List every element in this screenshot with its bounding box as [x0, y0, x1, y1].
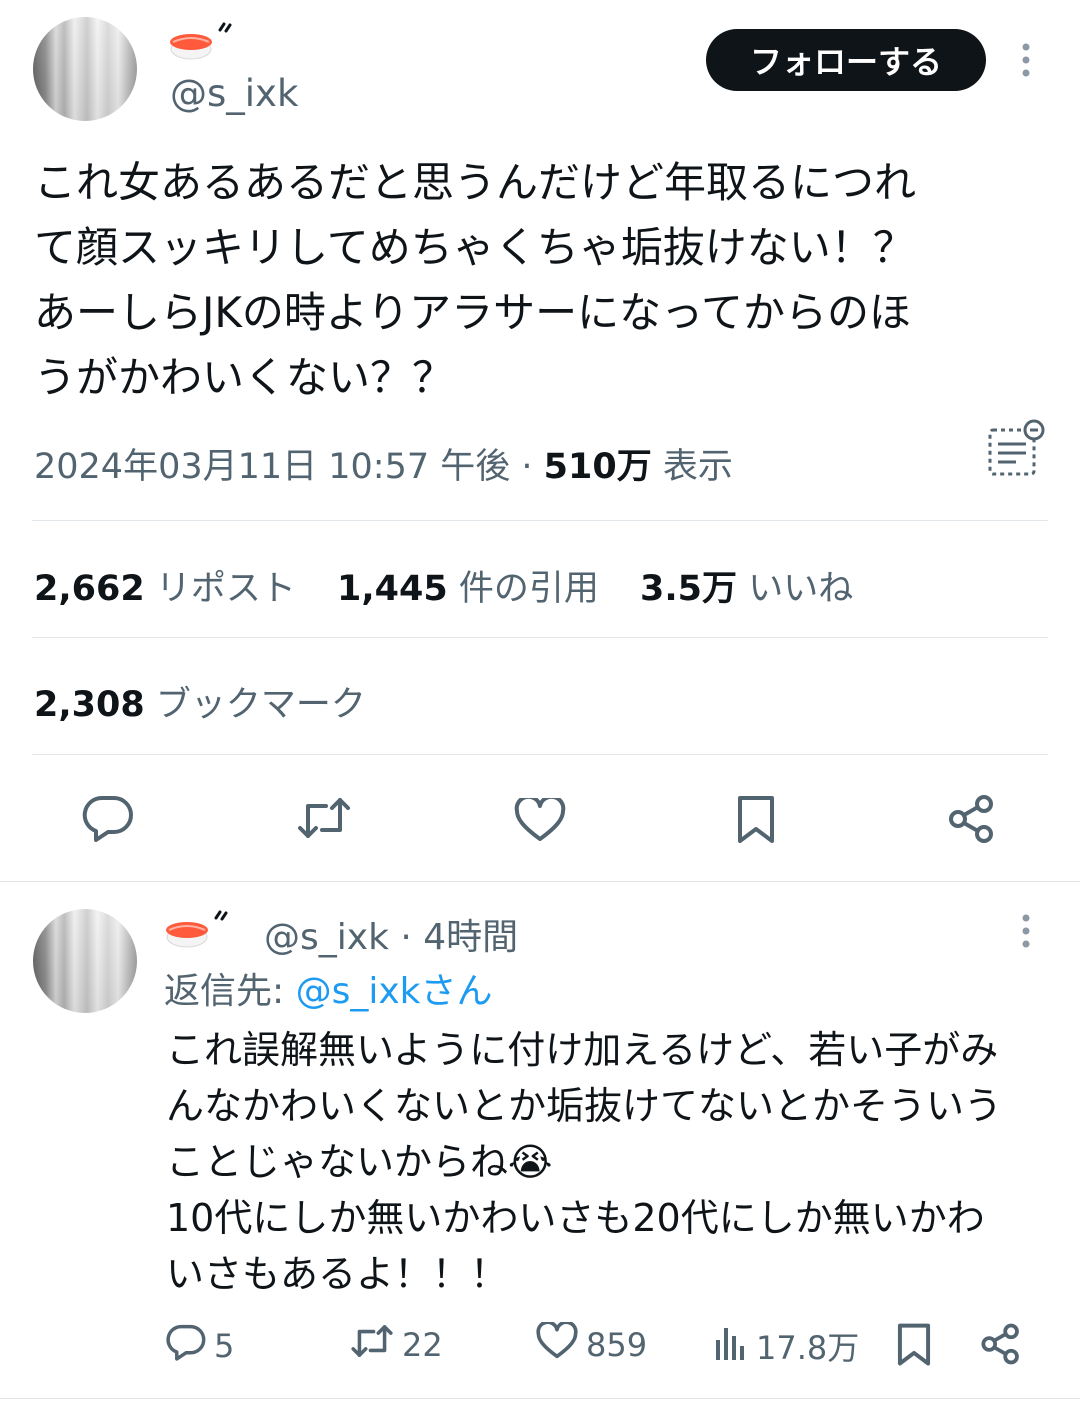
tweet-text-line: これ女あるあるだと思うんだけど年取るにつれ	[34, 158, 917, 207]
views-count: 510万	[543, 447, 652, 487]
sushi-emoji-icon	[168, 20, 240, 68]
reposts-count: 2,662	[34, 569, 145, 609]
share-icon[interactable]	[980, 1323, 1022, 1365]
like-action[interactable]: 859	[536, 1320, 648, 1368]
likes-stat[interactable]: 3.5万 いいね	[640, 569, 853, 609]
reply-avatar[interactable]	[33, 909, 137, 1013]
bookmark-icon[interactable]	[896, 1323, 932, 1367]
tweet-text-line: あーしらJKの時よりアラサーになってからのほ	[34, 288, 911, 337]
views-icon	[714, 1322, 748, 1370]
reply-text-line: ことじゃないからね😭	[166, 1140, 553, 1184]
reply-to-prefix: 返信先:	[164, 971, 296, 1012]
divider	[0, 1398, 1080, 1399]
repost-count: 22	[402, 1326, 443, 1364]
tweet-text-line: て顔スッキリしてめちゃくちゃ垢抜けない！？	[34, 223, 915, 272]
quotes-label: 件の引用	[458, 569, 599, 609]
bookmarks-label: ブックマーク	[155, 685, 366, 725]
quotes-count: 1,445	[337, 569, 448, 609]
follow-button[interactable]: フォローする	[706, 29, 986, 91]
bookmarks-stat[interactable]: 2,308 ブックマーク	[34, 676, 366, 727]
reposts-label: リポスト	[155, 569, 296, 609]
reply-text: これ誤解無いように付け加えるけど、若い子がみ んなかわいくないとか垢抜けてないと…	[166, 1022, 1056, 1302]
tweet-text: これ女あるあるだと思うんだけど年取るにつれ て顔スッキリしてめちゃくちゃ垢抜けな…	[34, 150, 1054, 410]
reply-time[interactable]: · 4時間	[389, 917, 518, 958]
reply-text-line: 10代にしか無いかわいさも20代にしか無いかわ	[166, 1196, 985, 1240]
engagement-stats: 2,662 リポスト 1,445 件の引用 3.5万 いいね	[34, 560, 883, 611]
reply-text-line: これ誤解無いように付け加えるけど、若い子がみ	[166, 1028, 999, 1072]
reply-to: 返信先: @s_ixkさん	[164, 962, 493, 1014]
tweet-text-line: うがかわいくない？？	[34, 353, 455, 402]
share-icon[interactable]	[947, 794, 997, 844]
reply-to-link[interactable]: @s_ixkさん	[296, 971, 493, 1012]
reposts-stat[interactable]: 2,662 リポスト	[34, 569, 296, 609]
sushi-emoji-icon	[164, 908, 236, 956]
quotes-stat[interactable]: 1,445 件の引用	[337, 569, 599, 609]
views-action[interactable]: 17.8万	[714, 1322, 859, 1370]
author-handle[interactable]: @s_ixk	[170, 72, 298, 115]
repost-icon[interactable]	[296, 796, 352, 840]
divider	[32, 520, 1048, 521]
views-count: 17.8万	[756, 1329, 860, 1367]
reply-icon	[166, 1322, 206, 1370]
summary-icon[interactable]	[986, 418, 1048, 480]
avatar[interactable]	[33, 17, 137, 121]
likes-label: いいね	[748, 569, 854, 609]
reply-icon[interactable]	[82, 794, 134, 842]
tweet-meta: 2024年03月11日 10:57 午後 · 510万 表示	[34, 438, 733, 489]
reply-text-line: んなかわいくないとか垢抜けてないとかそういう	[166, 1084, 1003, 1128]
like-icon	[536, 1320, 578, 1368]
bookmarks-count: 2,308	[34, 685, 145, 725]
reply-action[interactable]: 5	[166, 1322, 234, 1370]
repost-icon	[350, 1322, 394, 1368]
more-icon[interactable]	[1016, 42, 1036, 78]
views-label: 表示	[651, 447, 733, 487]
reply-text-line: いさもあるよ！！！	[166, 1252, 509, 1296]
likes-count: 3.5万	[640, 569, 738, 609]
divider	[0, 881, 1080, 882]
timestamp[interactable]: 2024年03月11日 10:57 午後 ·	[34, 447, 544, 487]
bookmark-icon[interactable]	[736, 795, 776, 845]
repost-action[interactable]: 22	[350, 1322, 443, 1368]
divider	[32, 637, 1048, 638]
reply-handle[interactable]: @s_ixk	[264, 917, 389, 958]
reply-count: 5	[214, 1327, 235, 1365]
more-icon[interactable]	[1016, 913, 1036, 949]
reply-header: @s_ixk · 4時間	[264, 908, 518, 960]
like-count: 859	[586, 1326, 648, 1364]
divider	[32, 754, 1048, 755]
like-icon[interactable]	[514, 798, 566, 842]
